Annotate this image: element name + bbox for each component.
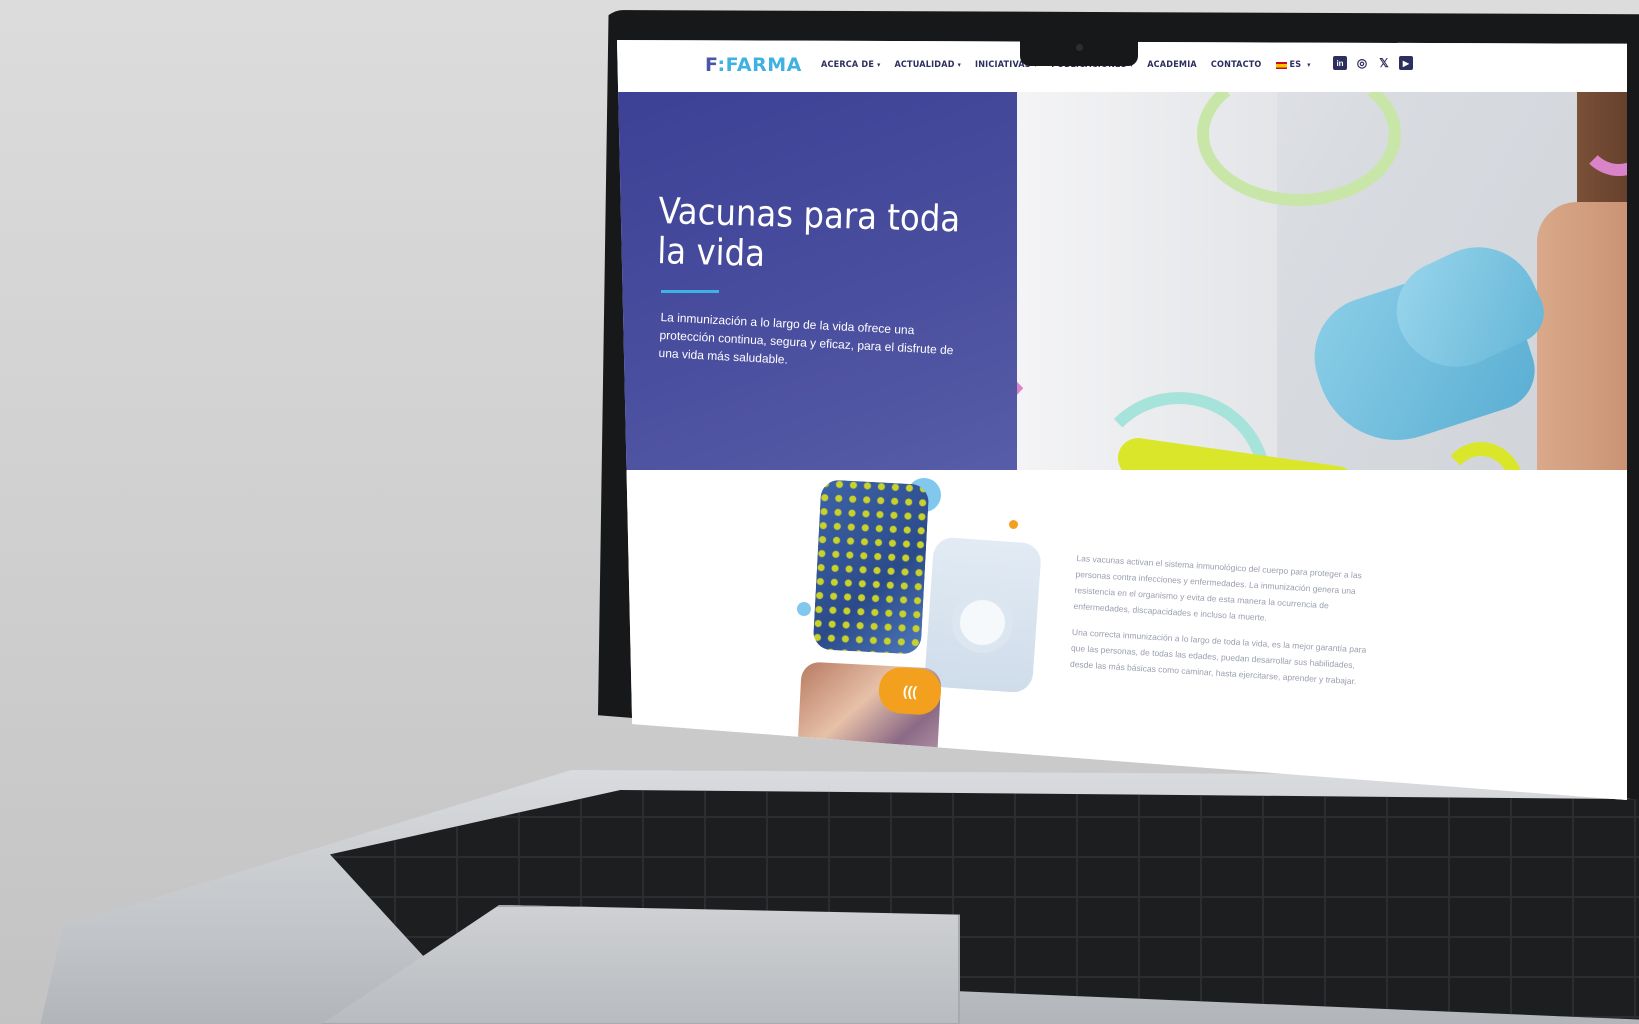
menu-item-acerca-de[interactable]: ACERCA DE ▾ <box>821 60 880 70</box>
patient-arm <box>1537 202 1627 512</box>
chevron-down-icon: ▾ <box>957 61 961 69</box>
hero-title: Vacunas para toda la vida <box>656 191 961 275</box>
chevron-down-icon: ▾ <box>1307 61 1311 69</box>
linkedin-icon[interactable]: in <box>1333 56 1347 70</box>
menu-item-academia[interactable]: ACADEMIA <box>1147 60 1197 70</box>
logo-mark: : <box>717 54 726 76</box>
youtube-icon[interactable]: ▶ <box>1399 56 1413 70</box>
content-paragraph: Una correcta inmunización a lo largo de … <box>1069 626 1367 687</box>
language-selector[interactable]: ES ▾ <box>1275 60 1311 70</box>
hero-divider <box>661 290 719 293</box>
logo-rest: FARMA <box>725 54 802 76</box>
content-section: ((( Las vacunas activan el sistema inmun… <box>617 470 1627 800</box>
site-logo[interactable]: F:FARMA <box>705 54 802 76</box>
content-paragraph: Las vacunas activan el sistema inmunológ… <box>1073 552 1363 623</box>
camera-notch <box>1020 38 1138 66</box>
decor-dot <box>797 602 811 616</box>
cell-microscope-image <box>923 536 1043 694</box>
menu-label: ACTUALIDAD <box>894 60 955 70</box>
menu-item-actualidad[interactable]: ACTUALIDAD ▾ <box>894 60 961 70</box>
content-text: Las vacunas activan el sistema inmunológ… <box>1069 550 1376 700</box>
vaccine-badge-icon: ((( <box>877 665 943 717</box>
decor-dot <box>1009 520 1018 529</box>
spain-flag-icon <box>1275 61 1287 69</box>
menu-item-contacto[interactable]: CONTACTO <box>1211 60 1262 70</box>
hero-panel: Vacunas para toda la vida La inmunizació… <box>617 92 1017 472</box>
x-icon[interactable]: 𝕏 <box>1377 56 1391 70</box>
laptop-screen: F:FARMA ACERCA DE ▾ ACTUALIDAD ▾ INICIATIV… <box>617 40 1627 800</box>
menu-label: ACERCA DE <box>821 60 875 70</box>
hero-image <box>1017 92 1627 512</box>
camera-icon <box>1076 44 1083 51</box>
language-label: ES <box>1289 60 1302 70</box>
social-links: in ◎ 𝕏 ▶ <box>1333 56 1413 70</box>
scene: F:FARMA ACERCA DE ▾ ACTUALIDAD ▾ INICIATIV… <box>0 0 1639 1024</box>
chevron-down-icon: ▾ <box>877 61 881 69</box>
instagram-icon[interactable]: ◎ <box>1355 56 1369 70</box>
logo-prefix: F <box>705 54 718 76</box>
decor-dot <box>997 762 1009 774</box>
virus-cell-image <box>812 479 930 655</box>
hero-subtitle: La inmunización a lo largo de la vida of… <box>658 309 954 367</box>
